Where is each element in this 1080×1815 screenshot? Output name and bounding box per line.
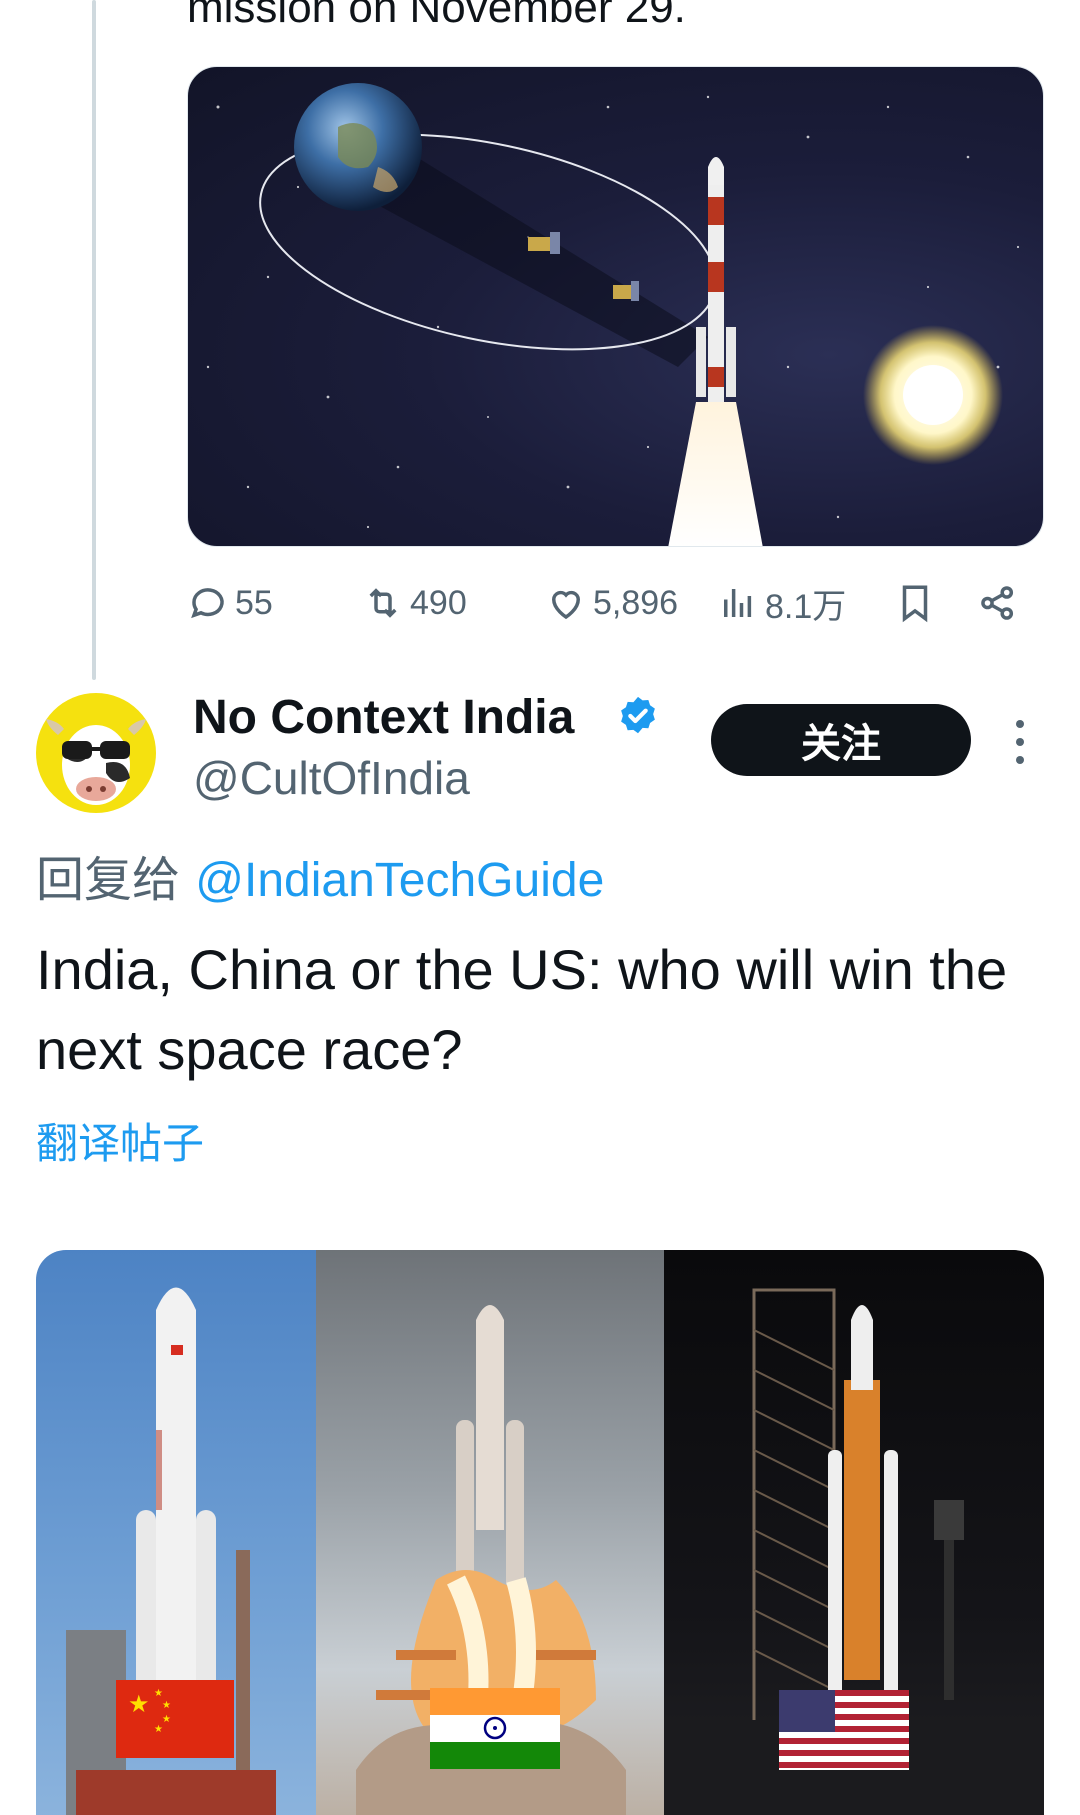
- bookmark-button[interactable]: [894, 582, 936, 624]
- like-icon: [551, 590, 581, 620]
- follow-button[interactable]: 关注: [711, 704, 971, 776]
- translate-post-link[interactable]: 翻译帖子: [36, 1110, 204, 1171]
- reply-button[interactable]: 55: [187, 582, 273, 624]
- retweet-count: 490: [410, 583, 467, 622]
- previous-tweet-text: mission on November 29.: [187, 0, 686, 32]
- us-rocket-panel: [664, 1250, 1044, 1815]
- more-options-button[interactable]: [1005, 720, 1035, 764]
- retweet-button[interactable]: 490: [362, 582, 467, 624]
- reply-prefix: 回复给: [36, 852, 181, 908]
- tweet-image[interactable]: ★ ★ ★ ★ ★: [36, 1250, 1044, 1815]
- avatar[interactable]: [36, 693, 156, 813]
- views-count: 8.1万: [765, 587, 847, 626]
- display-name[interactable]: No Context India: [193, 690, 574, 745]
- tweet-text: India, China or the US: who will win the…: [36, 938, 1008, 1081]
- india-rocket-panel: [316, 1250, 664, 1815]
- reply-count: 55: [235, 583, 273, 622]
- share-button[interactable]: [977, 582, 1019, 624]
- reply-context: 回复给 @IndianTechGuide: [36, 840, 604, 910]
- china-rocket-panel: ★ ★ ★ ★ ★: [36, 1250, 316, 1815]
- verified-badge-icon: [621, 696, 655, 734]
- svg-text:★: ★: [162, 1700, 171, 1711]
- retweet-icon: [369, 588, 397, 618]
- views-icon: [724, 589, 752, 617]
- share-icon: [981, 586, 1014, 620]
- svg-text:★: ★: [154, 1688, 163, 1699]
- svg-text:★: ★: [154, 1724, 163, 1735]
- user-handle[interactable]: @CultOfIndia: [193, 751, 470, 805]
- more-icon: [1016, 720, 1024, 728]
- previous-tweet-image[interactable]: [187, 66, 1044, 547]
- svg-text:★: ★: [128, 1690, 150, 1718]
- reply-icon: [191, 588, 224, 619]
- reply-to-mention-link[interactable]: @IndianTechGuide: [195, 854, 604, 907]
- thread-view: mission on November 29. 55 490 5,896 8.1…: [0, 0, 1080, 1815]
- previous-tweet-action-bar: 55 490 5,896 8.1万: [187, 575, 1047, 631]
- views-button[interactable]: 8.1万: [717, 579, 846, 628]
- like-count: 5,896: [593, 583, 679, 622]
- svg-text:★: ★: [162, 1714, 171, 1725]
- bookmark-icon: [902, 585, 928, 623]
- like-button[interactable]: 5,896: [545, 582, 678, 624]
- thread-connector-line: [92, 0, 96, 680]
